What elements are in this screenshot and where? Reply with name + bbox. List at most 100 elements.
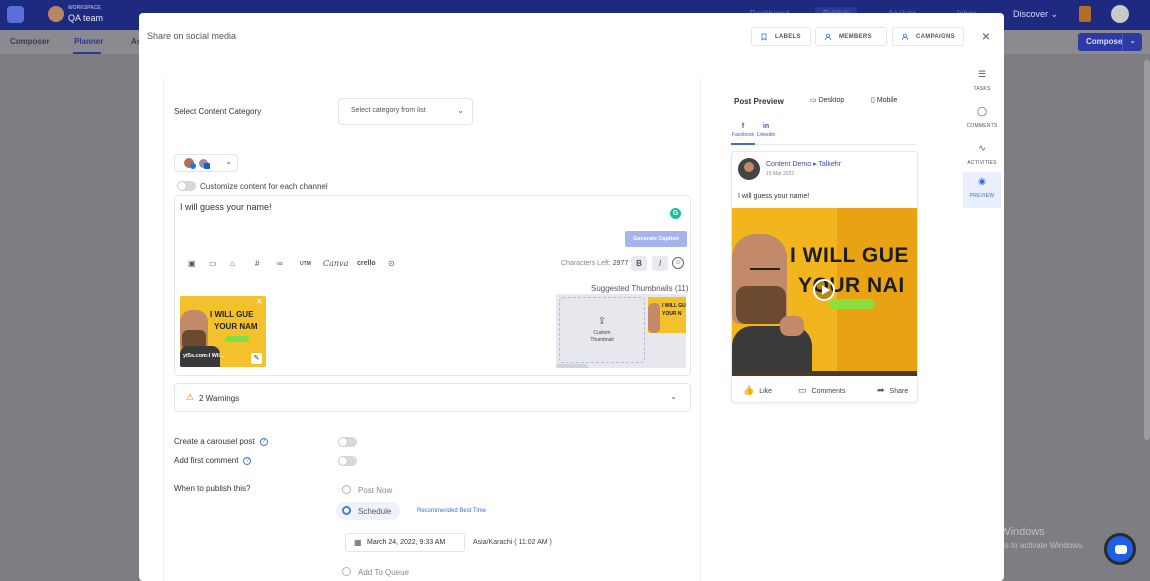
characters-left-label: Characters Left: bbox=[561, 260, 611, 267]
nav-discover-label: Discover bbox=[1013, 9, 1049, 19]
custom-thumbnail-button[interactable]: ⇪ Custom Thumbnail bbox=[559, 297, 645, 363]
rail-comments-label: COMMENTS bbox=[966, 123, 998, 129]
content-category-label: Select Content Category bbox=[174, 107, 262, 116]
generate-caption-button[interactable]: Generate Caption bbox=[625, 231, 687, 247]
rail-activities[interactable]: ∿ ACTIVITIES bbox=[963, 139, 1001, 175]
chevron-down-icon: ⌄ bbox=[670, 392, 677, 401]
chevron-down-icon: ⌄ bbox=[457, 106, 464, 115]
video-text-1: I WILL GUE bbox=[790, 244, 909, 267]
custom-thumbnail-label-1: Custom bbox=[593, 330, 611, 336]
phone-icon: ▯ bbox=[871, 97, 875, 104]
first-comment-label: Add first comment bbox=[174, 456, 239, 465]
comments-action[interactable]: ▭ Comments bbox=[798, 385, 845, 396]
utm-button[interactable]: UTM bbox=[300, 259, 311, 269]
compose-button-label: Compose bbox=[1086, 37, 1123, 46]
first-comment-toggle[interactable] bbox=[338, 456, 357, 466]
chevron-down-icon: ⌄ bbox=[1122, 33, 1142, 51]
customize-toggle[interactable] bbox=[177, 181, 196, 191]
activate-windows-subtitle: Go to Settings to activate Windows. bbox=[958, 541, 1085, 550]
members-button-label: MEMBERS bbox=[839, 33, 872, 40]
canva-button[interactable]: Canva bbox=[323, 259, 348, 269]
facebook-icon bbox=[190, 163, 196, 169]
schedule-label: Schedule bbox=[358, 507, 392, 516]
chat-support-icon[interactable] bbox=[1104, 533, 1136, 565]
carousel-toggle[interactable] bbox=[338, 437, 357, 447]
page-scrollbar bbox=[1144, 60, 1150, 440]
rail-tasks[interactable]: ☰ TASKS bbox=[963, 65, 1001, 101]
share-modal: Share on social media LABELS MEMBERS CAM… bbox=[139, 13, 1004, 581]
folder-icon[interactable]: ⌂ bbox=[230, 259, 235, 269]
post-body: I will guess your name! bbox=[738, 193, 810, 200]
preview-mobile-button[interactable]: ▯ Mobile bbox=[871, 96, 897, 104]
location-icon[interactable]: ⊙ bbox=[388, 259, 395, 269]
content-category-select[interactable]: Select category from list ⌄ bbox=[338, 98, 473, 125]
video-thumbnail[interactable]: I WILL GUE YOUR NAM yt5s.com-I Wil... ✕ … bbox=[180, 296, 266, 367]
carousel-label: Create a carousel post bbox=[174, 437, 255, 446]
preview-desktop-button[interactable]: ▭ Desktop bbox=[810, 96, 844, 104]
post-author: Content Demo ▸ Talkehr bbox=[766, 161, 841, 168]
warnings-label: 2 Warnings bbox=[199, 394, 240, 403]
image-icon[interactable]: ▣ bbox=[188, 259, 196, 269]
workspace-avatar bbox=[48, 6, 64, 22]
linkedin-icon: in bbox=[762, 123, 770, 130]
first-comment-option: Add first comment? bbox=[174, 456, 252, 465]
rail-preview[interactable]: ◉ PREVIEW bbox=[963, 172, 1001, 208]
modal-title: Share on social media bbox=[147, 31, 237, 41]
customize-label: Customize content for each channel bbox=[200, 182, 328, 191]
warnings-panel[interactable]: ⚠ 2 Warnings ⌄ bbox=[174, 383, 691, 412]
italic-button[interactable]: I bbox=[652, 256, 668, 271]
crello-button[interactable]: crello bbox=[357, 259, 376, 269]
chevron-down-icon: ⌄ bbox=[1050, 9, 1059, 19]
share-action[interactable]: ➦ Share bbox=[877, 385, 908, 396]
help-icon[interactable]: ? bbox=[243, 456, 252, 465]
schedule-date-picker[interactable]: ▦ March 24, 2022, 9:33 AM bbox=[345, 533, 465, 552]
activate-windows-title: Activate Windows bbox=[958, 526, 1045, 538]
bookmark-icon bbox=[761, 33, 767, 41]
comments-label: Comments bbox=[811, 388, 846, 395]
thumbnails-scrollbar[interactable] bbox=[556, 364, 588, 368]
comment-icon: ◯ bbox=[977, 106, 988, 116]
rail-comments[interactable]: ◯ COMMENTS bbox=[963, 102, 1001, 138]
help-icon[interactable]: ? bbox=[259, 437, 268, 446]
characters-left-value: 2977 bbox=[612, 260, 629, 267]
link-icon[interactable]: ∞ bbox=[277, 259, 283, 269]
labels-button[interactable]: LABELS bbox=[751, 27, 811, 46]
post-now-radio[interactable] bbox=[342, 485, 351, 494]
play-icon[interactable] bbox=[813, 279, 835, 301]
recommended-best-time-link[interactable]: Recommended Best Time bbox=[417, 508, 486, 514]
tab-facebook[interactable]: f Facebook bbox=[732, 123, 754, 138]
preview-mobile-label: Mobile bbox=[876, 97, 898, 104]
thumbs-up-icon: 👍 bbox=[743, 385, 755, 395]
user-icon bbox=[825, 33, 831, 40]
suggested-thumbnail[interactable]: I WILL GU YOUR N bbox=[648, 297, 686, 333]
bold-button[interactable]: B bbox=[631, 256, 647, 271]
remove-media-icon[interactable]: ✕ bbox=[256, 297, 263, 306]
emoji-icon[interactable]: ☺ bbox=[672, 257, 684, 269]
schedule-radio[interactable] bbox=[342, 506, 351, 515]
campaigns-button[interactable]: CAMPAIGNS bbox=[892, 27, 964, 46]
facebook-icon: f bbox=[741, 123, 745, 130]
preview-desktop-label: Desktop bbox=[818, 97, 845, 104]
suggested-thumbnail-text-2: YOUR N bbox=[662, 311, 682, 317]
suggested-thumbnail-text-1: I WILL GU bbox=[662, 303, 686, 309]
like-action[interactable]: 👍 Like bbox=[743, 385, 772, 396]
close-icon[interactable]: × bbox=[980, 29, 992, 43]
author-name: Content Demo bbox=[766, 161, 812, 168]
labels-button-label: LABELS bbox=[775, 33, 801, 40]
video-icon[interactable]: ▭ bbox=[209, 259, 217, 269]
custom-thumbnail-label-2: Thumbnail bbox=[590, 337, 614, 343]
suggested-thumbnails-label: Suggested Thumbnails (11) bbox=[591, 284, 689, 293]
grammarly-icon[interactable]: G bbox=[670, 208, 681, 219]
add-to-queue-radio[interactable] bbox=[342, 567, 351, 576]
post-text[interactable]: I will guess your name! bbox=[180, 202, 272, 212]
thumbnail-person bbox=[648, 303, 660, 333]
members-button[interactable]: MEMBERS bbox=[815, 27, 887, 46]
post-editor[interactable]: I will guess your name! G Generate Capti… bbox=[174, 195, 691, 376]
video-person-hand bbox=[780, 316, 804, 336]
video-preview[interactable]: I WILL GUE YOUR NAI bbox=[732, 208, 917, 376]
account-selector[interactable]: ⌄ bbox=[174, 154, 238, 172]
tab-linkedin[interactable]: in Linkedin bbox=[755, 123, 777, 138]
edit-icon[interactable]: ✎ bbox=[251, 353, 262, 364]
hashtag-icon[interactable]: # bbox=[255, 259, 259, 269]
post-preview-title: Post Preview bbox=[734, 97, 784, 106]
